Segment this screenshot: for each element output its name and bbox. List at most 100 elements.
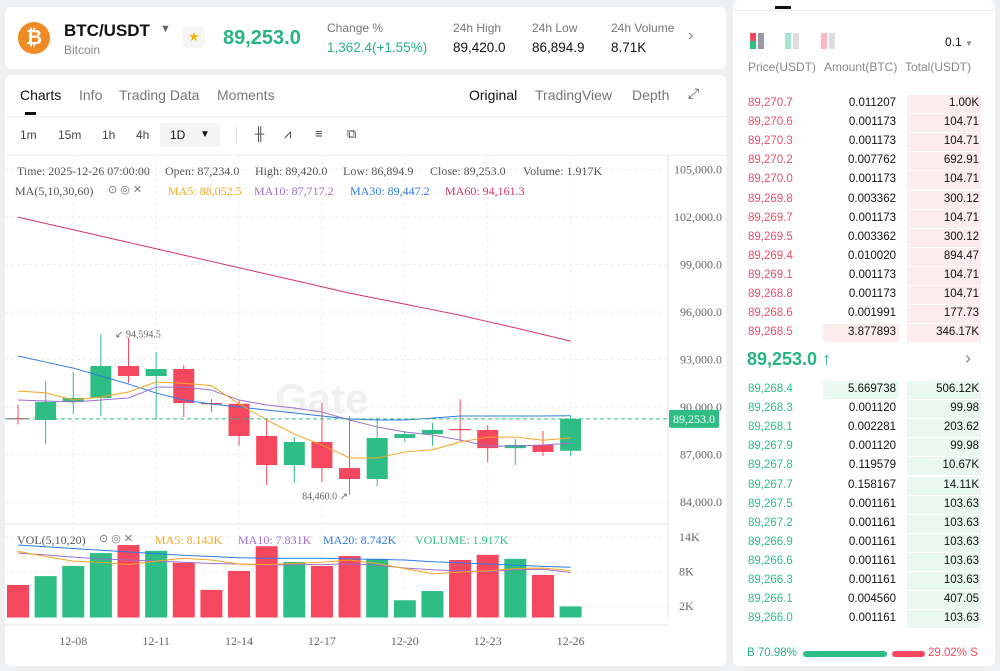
buy-sell-ratio-bar — [803, 651, 925, 657]
ask-row[interactable]: 89,270.2 0.007762 692.91 — [733, 151, 995, 171]
bid-row[interactable]: 89,267.9 0.001120 99.98 — [733, 437, 995, 457]
candle-body — [394, 434, 416, 439]
bid-row[interactable]: 89,268.4 5.669738 506.12K — [733, 380, 995, 399]
ask-price: 89,269.1 — [748, 268, 793, 281]
price-tick-label: 105,000.0 — [674, 163, 722, 177]
ask-row[interactable]: 89,269.7 0.001173 104.71 — [733, 209, 995, 228]
volume-bar — [117, 545, 140, 618]
bid-row[interactable]: 89,266.1 0.004560 407.05 — [733, 590, 995, 610]
chart-settings-icon[interactable]: ⧉ — [347, 126, 356, 142]
bid-row[interactable]: 89,267.5 0.001161 103.63 — [733, 495, 995, 514]
ma-label: MA(5,10,30,60) — [15, 184, 94, 198]
col-total[interactable]: Total(USDT) — [905, 60, 971, 74]
ask-row[interactable]: 89,269.4 0.010020 894.47 — [733, 247, 995, 266]
interval-4h[interactable]: 4h — [136, 128, 149, 142]
chevron-down-icon[interactable]: ▼ — [160, 23, 171, 35]
ask-row[interactable]: 89,270.0 0.001173 104.71 — [733, 170, 995, 190]
sell-bar — [892, 651, 925, 657]
bid-amount: 0.001161 — [848, 535, 896, 548]
book-view-bids-icon[interactable] — [785, 33, 799, 54]
ask-row[interactable]: 89,270.6 0.001173 104.71 — [733, 113, 995, 133]
ask-row[interactable]: 89,268.5 3.877893 346.17K — [733, 323, 995, 343]
ask-row[interactable]: 89,270.3 0.001173 104.71 — [733, 132, 995, 152]
ticker-header: ₿ BTC/USDT ▼ Bitcoin ★ 89,253.0 Change %… — [5, 7, 726, 69]
drawing-tools-icon[interactable]: ≡ — [315, 126, 323, 141]
bid-row[interactable]: 89,267.7 0.158167 14.11K — [733, 476, 995, 495]
bid-total: 103.63 — [943, 574, 979, 586]
eye-icon[interactable]: ⊙ ◎ ✕ — [99, 532, 133, 545]
volume-bar — [531, 574, 554, 618]
precision-select[interactable]: 0.1 ▼ — [945, 35, 973, 49]
arrow-up-icon: ↑ — [822, 349, 832, 369]
tab-tradingview[interactable]: TradingView — [535, 87, 612, 103]
active-tab-indicator — [25, 112, 36, 115]
vol-ma20: MA20: 8.742K — [323, 533, 397, 547]
ask-row[interactable]: 89,269.8 0.003362 300.12 — [733, 190, 995, 209]
price-tick-label: 87,000.0 — [680, 447, 722, 461]
book-view-asks-icon[interactable] — [821, 33, 835, 54]
bid-price: 89,266.1 — [748, 593, 793, 606]
tab-trading-data[interactable]: Trading Data — [119, 87, 199, 103]
ask-total: 300.12 — [943, 230, 979, 243]
ask-amount: 0.010020 — [848, 249, 896, 262]
favorite-star-icon[interactable]: ★ — [183, 26, 205, 48]
bid-row[interactable]: 89,266.6 0.001161 103.63 — [733, 552, 995, 571]
tab-info[interactable]: Info — [79, 87, 102, 103]
date-tick-label: 12-23 — [474, 634, 502, 648]
book-view-both-icon[interactable] — [750, 33, 764, 54]
stat-label: 24h High — [453, 21, 502, 35]
bid-price: 89,267.7 — [748, 478, 793, 491]
chevron-right-icon[interactable]: › — [965, 348, 971, 369]
tab-original[interactable]: Original — [469, 87, 517, 103]
tab-charts[interactable]: Charts — [20, 87, 61, 103]
bid-price: 89,268.3 — [748, 402, 793, 415]
bid-total: 506.12K — [936, 383, 979, 395]
ask-row[interactable]: 89,269.1 0.001173 104.71 — [733, 266, 995, 285]
tab-moments[interactable]: Moments — [217, 87, 275, 103]
ask-row[interactable]: 89,268.6 0.001991 177.73 — [733, 304, 995, 324]
volume-bar — [393, 600, 416, 618]
coin-name: Bitcoin — [64, 43, 101, 57]
ohlc-open: Open: 87,234.0 — [165, 164, 240, 178]
sell-ratio: 29.02% S — [928, 647, 978, 659]
stat-value: 89,420.0 — [453, 40, 506, 55]
ask-total: 104.71 — [943, 211, 979, 224]
last-price: 89,253.0 — [223, 27, 301, 49]
tab-depth[interactable]: Depth — [632, 87, 669, 103]
interval-1d[interactable]: 1D ▼ — [160, 123, 220, 147]
volume-bar — [283, 562, 306, 618]
bid-row[interactable]: 89,266.0 0.001161 103.63 — [733, 609, 995, 629]
bid-row[interactable]: 89,267.8 0.119579 10.67K — [733, 456, 995, 476]
bid-row[interactable]: 89,266.9 0.001161 103.63 — [733, 533, 995, 552]
candle-body — [449, 428, 471, 431]
bid-row[interactable]: 89,267.2 0.001161 103.63 — [733, 514, 995, 533]
interval-15m[interactable]: 15m — [58, 128, 81, 142]
bid-total: 103.63 — [943, 554, 979, 567]
candle-type-icon[interactable]: ╫ — [255, 126, 264, 141]
chevron-right-icon[interactable]: › — [688, 27, 693, 45]
ma30-value: MA30: 89,447.2 — [350, 184, 430, 198]
eye-icon[interactable]: ⊙ ◎ ✕ — [108, 183, 142, 196]
bid-price: 89,267.8 — [748, 459, 793, 472]
ask-row[interactable]: 89,268.8 0.001173 104.71 — [733, 285, 995, 304]
candle-body — [90, 366, 112, 398]
volume-bar — [366, 558, 389, 618]
bid-row[interactable]: 89,268.3 0.001120 99.98 — [733, 399, 995, 419]
ask-amount: 0.003362 — [848, 230, 896, 243]
candle-body — [421, 429, 443, 435]
bid-total: 407.05 — [943, 593, 979, 606]
bid-row[interactable]: 89,268.1 0.002281 203.62 — [733, 418, 995, 438]
interval-1m[interactable]: 1m — [20, 128, 37, 142]
fullscreen-icon[interactable]: ⤢ — [688, 85, 699, 102]
volume-bar — [7, 585, 29, 618]
price-tick-label: 93,000.0 — [680, 353, 722, 367]
bid-row[interactable]: 89,266.3 0.001161 103.63 — [733, 571, 995, 590]
ask-row[interactable]: 89,269.5 0.003362 300.12 — [733, 228, 995, 247]
pair-selector[interactable]: BTC/USDT — [64, 21, 150, 41]
indicator-icon[interactable]: ⩘ — [284, 126, 291, 142]
bid-price: 89,267.2 — [748, 516, 793, 529]
candlestick-chart[interactable]: 105,000.0 102,000.0 99,000.0 96,000.0 93,000… — [5, 155, 726, 665]
ask-row[interactable]: 89,270.7 0.011207 1.00K — [733, 94, 995, 113]
ask-total: 894.47 — [943, 249, 979, 262]
interval-1h[interactable]: 1h — [102, 128, 115, 142]
